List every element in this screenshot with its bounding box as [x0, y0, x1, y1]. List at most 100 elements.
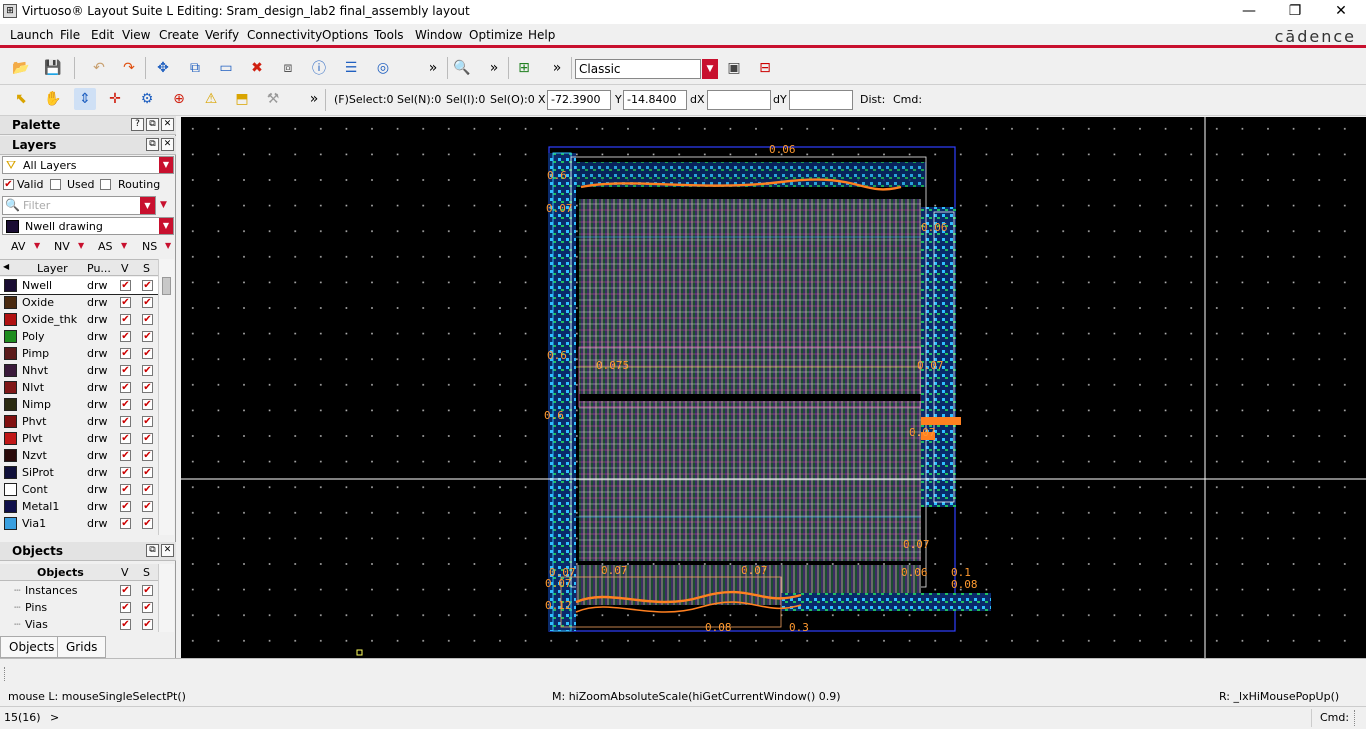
- col-layer[interactable]: Layer: [37, 262, 68, 275]
- open-icon[interactable]: 📂: [10, 57, 32, 79]
- chevron-down-icon[interactable]: ▼: [165, 241, 171, 250]
- layer-visible-checkbox[interactable]: ✔: [120, 280, 131, 291]
- layer-row[interactable]: Nwell drw ✔ ✔: [0, 277, 158, 295]
- more-icon[interactable]: »: [422, 57, 444, 79]
- chevron-down-icon[interactable]: ▼: [121, 241, 127, 250]
- layer-visible-checkbox[interactable]: ✔: [120, 450, 131, 461]
- copy-icon[interactable]: ⧉: [184, 57, 206, 79]
- info-icon[interactable]: ⓘ: [308, 57, 330, 79]
- layer-row[interactable]: SiProt drw ✔ ✔: [0, 464, 158, 481]
- objects-scrollbar[interactable]: [158, 564, 174, 632]
- layer-row[interactable]: Cont drw ✔ ✔: [0, 481, 158, 498]
- layer-visible-checkbox[interactable]: ✔: [120, 297, 131, 308]
- partial-select-icon[interactable]: ✋: [42, 88, 64, 110]
- layout-canvas[interactable]: 0.06 0.6 0.07 0.06 0.6 0.075 0.07 0.6 0.07 0.1 0.0…: [181, 117, 1366, 658]
- layer-selectable-checkbox[interactable]: ✔: [142, 348, 153, 359]
- layer-row[interactable]: Nhvt drw ✔ ✔: [0, 362, 158, 379]
- object-selectable-checkbox[interactable]: ✔: [142, 619, 153, 630]
- object-selectable-checkbox[interactable]: ✔: [142, 602, 153, 613]
- float-icon[interactable]: ⧉: [146, 138, 159, 151]
- menu-tools[interactable]: Tools: [374, 28, 404, 42]
- layer-visible-checkbox[interactable]: ✔: [120, 467, 131, 478]
- layer-row[interactable]: Poly drw ✔ ✔: [0, 328, 158, 345]
- dx-field[interactable]: [707, 90, 771, 110]
- layer-row[interactable]: Pimp drw ✔ ✔: [0, 345, 158, 362]
- crosshair-icon[interactable]: ✛: [104, 88, 126, 110]
- layer-visible-checkbox[interactable]: ✔: [120, 416, 131, 427]
- col-selectable[interactable]: S: [143, 566, 150, 579]
- redo-icon[interactable]: ↷: [118, 57, 140, 79]
- y-coordinate-field[interactable]: -14.8400: [623, 90, 687, 110]
- layer-row[interactable]: Metal1 drw ✔ ✔: [0, 498, 158, 515]
- float-icon[interactable]: ⧉: [146, 118, 159, 131]
- command-input[interactable]: [60, 709, 1312, 727]
- more-icon[interactable]: »: [483, 57, 505, 79]
- save-workspace-icon[interactable]: ▣: [723, 57, 745, 79]
- stretch-icon[interactable]: ▭: [215, 57, 237, 79]
- hierarchy-icon[interactable]: ◎: [372, 57, 394, 79]
- menu-optimize[interactable]: Optimize: [469, 28, 523, 42]
- close-icon[interactable]: ✕: [161, 544, 174, 557]
- layer-visible-checkbox[interactable]: ✔: [120, 314, 131, 325]
- menu-help[interactable]: Help: [528, 28, 555, 42]
- layer-row[interactable]: Nimp drw ✔ ✔: [0, 396, 158, 413]
- layer-row[interactable]: Via1 drw ✔ ✔: [0, 515, 158, 532]
- delete-icon[interactable]: ✖: [246, 57, 268, 79]
- menu-file[interactable]: File: [60, 28, 80, 42]
- layer-visible-checkbox[interactable]: ✔: [120, 433, 131, 444]
- maximize-button[interactable]: ❐: [1272, 0, 1318, 24]
- av-button[interactable]: AV: [11, 240, 25, 253]
- layer-visible-checkbox[interactable]: ✔: [120, 331, 131, 342]
- layout-drawing[interactable]: 0.060.60.070.060.60.075 0.070.60.070.10.0…: [181, 117, 1366, 658]
- menu-window[interactable]: Window: [415, 28, 462, 42]
- sort-icon[interactable]: ◀: [3, 262, 9, 271]
- layer-row[interactable]: Phvt drw ✔ ✔: [0, 413, 158, 430]
- layer-selectable-checkbox[interactable]: ✔: [142, 314, 153, 325]
- layer-selectable-checkbox[interactable]: ✔: [142, 518, 153, 529]
- layer-selectable-checkbox[interactable]: ✔: [142, 331, 153, 342]
- layer-visible-checkbox[interactable]: ✔: [120, 399, 131, 410]
- close-icon[interactable]: ✕: [161, 118, 174, 131]
- chevron-down-icon[interactable]: ▼: [140, 197, 155, 214]
- minimize-button[interactable]: —: [1226, 0, 1272, 24]
- undo-icon[interactable]: ↶: [88, 57, 110, 79]
- save-icon[interactable]: 💾: [42, 57, 64, 79]
- marker-icon[interactable]: ⬒: [231, 88, 253, 110]
- layer-row[interactable]: Plvt drw ✔ ✔: [0, 430, 158, 447]
- menu-options[interactable]: Options: [322, 28, 368, 42]
- valid-checkbox[interactable]: ✔: [3, 179, 14, 190]
- select-icon[interactable]: ⬉: [10, 88, 32, 110]
- object-row[interactable]: ┄ Vias ✔ ✔: [0, 616, 158, 633]
- layer-visible-checkbox[interactable]: ✔: [120, 484, 131, 495]
- current-layer-select[interactable]: Nwell drawing ▼: [2, 217, 174, 235]
- layer-selectable-checkbox[interactable]: ✔: [142, 416, 153, 427]
- routing-checkbox[interactable]: [100, 179, 111, 190]
- layer-selectable-checkbox[interactable]: ✔: [142, 433, 153, 444]
- disabled-tool-icon[interactable]: ⚒: [262, 88, 284, 110]
- object-visible-checkbox[interactable]: ✔: [120, 602, 131, 613]
- layer-selectable-checkbox[interactable]: ✔: [142, 280, 153, 291]
- float-icon[interactable]: ⧉: [146, 544, 159, 557]
- gravity-icon[interactable]: ⚙: [136, 88, 158, 110]
- object-visible-checkbox[interactable]: ✔: [120, 619, 131, 630]
- col-selectable[interactable]: S: [143, 262, 150, 275]
- layer-row[interactable]: Oxide drw ✔ ✔: [0, 294, 158, 311]
- menu-launch[interactable]: Launch: [10, 28, 53, 42]
- layer-selectable-checkbox[interactable]: ✔: [142, 399, 153, 410]
- zoom-icon[interactable]: 🔍: [451, 57, 473, 79]
- ruler-icon[interactable]: ⊕: [168, 88, 190, 110]
- scroll-thumb[interactable]: [162, 277, 171, 295]
- object-row[interactable]: ┄ Instances ✔ ✔: [0, 582, 158, 599]
- tab-grids[interactable]: Grids: [57, 636, 107, 658]
- chevron-down-icon[interactable]: ▼: [34, 241, 40, 250]
- area-select-icon[interactable]: ⇕: [74, 88, 96, 110]
- properties-icon[interactable]: ⧈: [277, 57, 299, 79]
- layer-scrollbar[interactable]: [158, 259, 174, 535]
- menu-create[interactable]: Create: [159, 28, 199, 42]
- align-icon[interactable]: ☰: [340, 57, 362, 79]
- help-icon[interactable]: ?: [131, 118, 144, 131]
- layer-row[interactable]: Nzvt drw ✔ ✔: [0, 447, 158, 464]
- layer-filter-select[interactable]: ⛛ All Layers ▼: [2, 156, 174, 174]
- layer-selectable-checkbox[interactable]: ✔: [142, 501, 153, 512]
- layer-selectable-checkbox[interactable]: ✔: [142, 382, 153, 393]
